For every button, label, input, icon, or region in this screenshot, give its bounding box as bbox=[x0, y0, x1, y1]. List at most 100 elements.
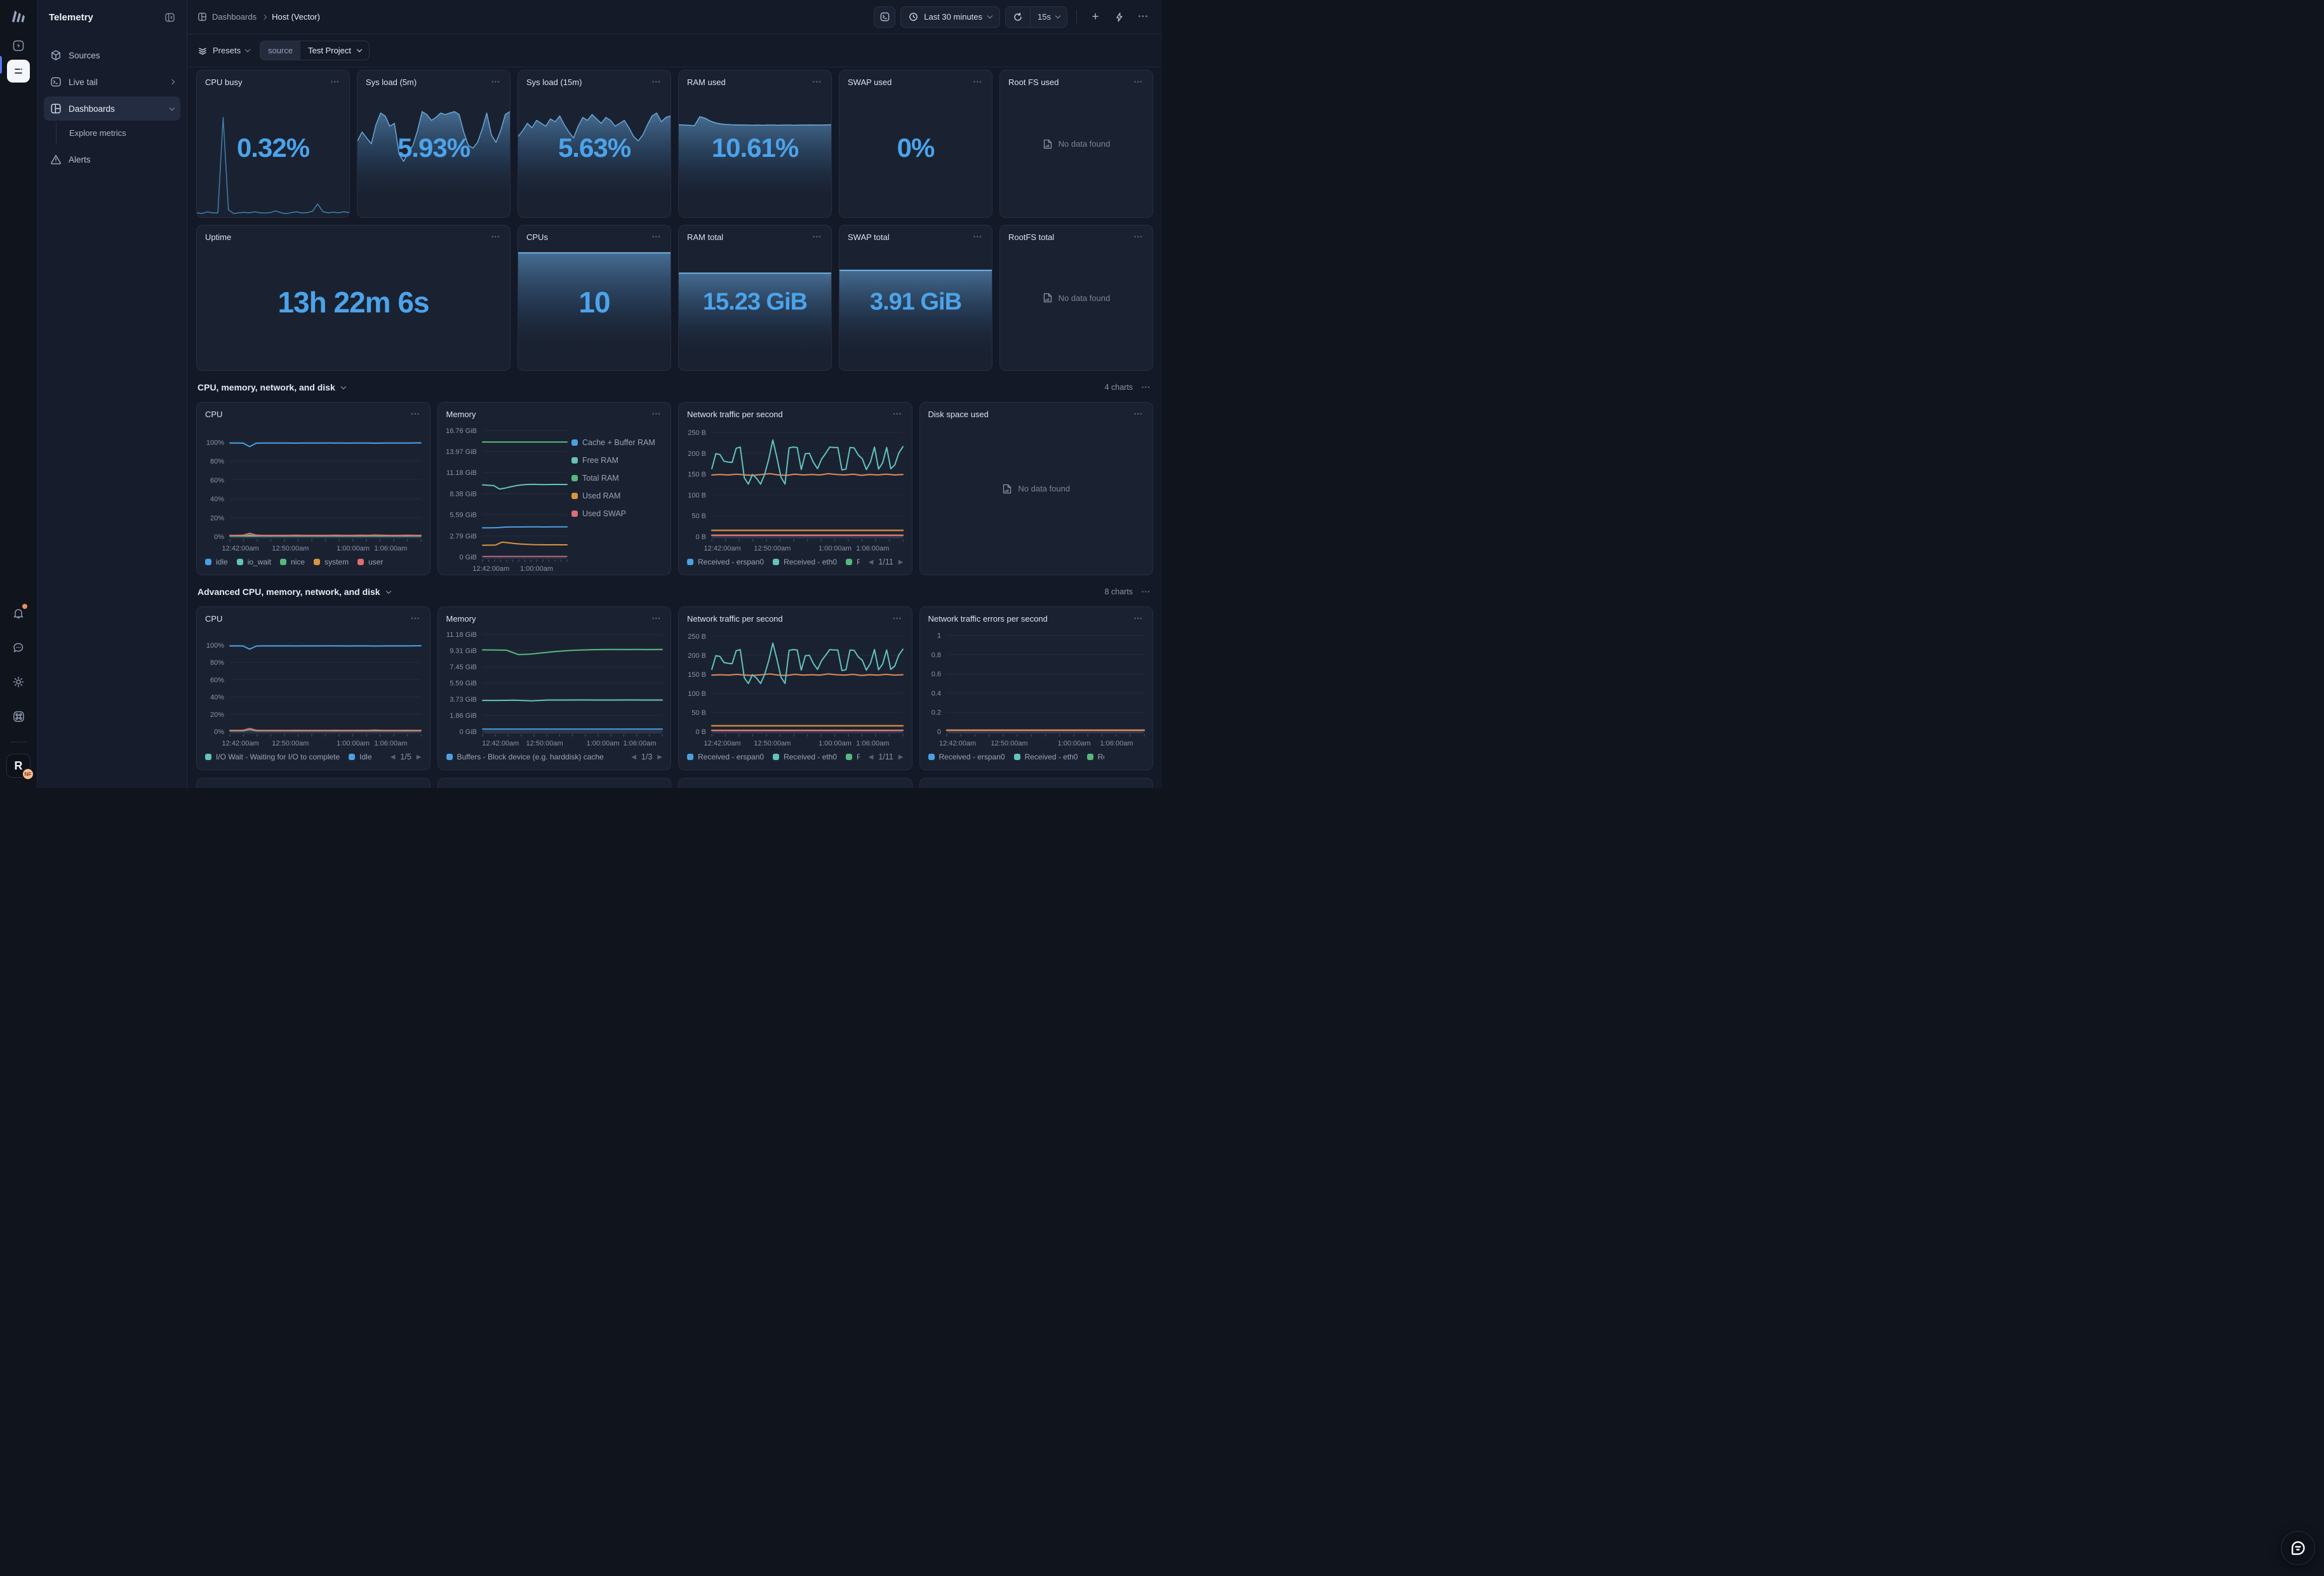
svg-text:5.59 GiB: 5.59 GiB bbox=[450, 512, 477, 519]
panel-menu-icon[interactable]: ••• bbox=[892, 410, 904, 418]
panel-menu-icon[interactable]: ••• bbox=[410, 614, 422, 623]
section-menu-icon[interactable]: ••• bbox=[1140, 587, 1152, 596]
sidebar-item-sources[interactable]: Sources bbox=[44, 43, 180, 67]
legend-item[interactable]: Used SWAP bbox=[571, 509, 664, 518]
panel-menu-icon[interactable]: ••• bbox=[651, 232, 662, 241]
sidebar-item-live-tail[interactable]: Live tail bbox=[44, 70, 180, 94]
svg-text:50 B: 50 B bbox=[691, 512, 706, 520]
legend-item[interactable]: Idle bbox=[349, 752, 371, 761]
support-chat-fab[interactable] bbox=[2281, 1531, 2315, 1565]
panel-swap-used: SWAP used ••• 0% bbox=[839, 70, 992, 218]
time-range-picker[interactable]: Last 30 minutes bbox=[900, 6, 1000, 28]
legend-pager[interactable]: ◀1/11▶ bbox=[869, 752, 904, 761]
legend-item[interactable]: I/O Wait - Waiting for I/O to complete bbox=[205, 752, 340, 761]
svg-text:1:00:00am: 1:00:00am bbox=[520, 565, 553, 573]
network-errors-line-chart[interactable]: 00.20.40.60.8112:42:00am12:50:00am1:00:0… bbox=[924, 624, 1149, 749]
legend-item[interactable]: Received - lo bbox=[846, 558, 860, 566]
feedback-chat-icon[interactable] bbox=[7, 636, 30, 659]
sidebar-item-dashboards[interactable]: Dashboards bbox=[44, 97, 180, 121]
keyboard-shortcuts-icon[interactable] bbox=[7, 705, 30, 728]
svg-text:80%: 80% bbox=[210, 659, 224, 667]
panel-menu-icon[interactable]: ••• bbox=[651, 614, 662, 623]
legend-item[interactable]: Free RAM bbox=[571, 456, 664, 465]
panel-menu-icon[interactable]: ••• bbox=[1133, 232, 1144, 241]
pager-next-icon: ▶ bbox=[898, 559, 904, 566]
chart-panel-network-traffic: Network traffic per second ••• 0 B50 B10… bbox=[678, 402, 912, 575]
svg-text:20%: 20% bbox=[210, 711, 224, 719]
panel-menu-icon[interactable]: ••• bbox=[651, 77, 662, 86]
legend-item[interactable]: Received - eth0 bbox=[773, 558, 837, 566]
legend-item[interactable]: Received - erspan0 bbox=[687, 752, 764, 761]
legend-item[interactable]: Received - eth0 bbox=[1014, 752, 1078, 761]
more-options-icon[interactable]: ••• bbox=[1134, 7, 1153, 27]
source-filter[interactable]: source Test Project bbox=[260, 41, 370, 60]
notifications-bell-icon[interactable] bbox=[7, 602, 30, 625]
panel-menu-icon[interactable]: ••• bbox=[490, 77, 502, 86]
refresh-button[interactable] bbox=[1006, 7, 1030, 27]
svg-text:0.6: 0.6 bbox=[931, 671, 940, 678]
svg-text:1.86 GiB: 1.86 GiB bbox=[450, 712, 477, 720]
svg-text:1:06:00am: 1:06:00am bbox=[1100, 740, 1133, 747]
network-advanced-line-chart[interactable]: 0 B50 B100 B150 B200 B250 B12:42:00am12:… bbox=[683, 624, 908, 749]
breadcrumb-dashboards-link[interactable]: Dashboards bbox=[197, 12, 257, 22]
legend-item[interactable]: Used RAM bbox=[571, 491, 664, 500]
memory-line-chart[interactable]: 0 GiB2.79 GiB5.59 GiB8.38 GiB11.18 GiB13… bbox=[442, 419, 572, 575]
legend-item[interactable]: Received - lo bbox=[846, 752, 860, 761]
panel-menu-icon[interactable]: ••• bbox=[1133, 77, 1144, 86]
panel-menu-icon[interactable]: ••• bbox=[811, 232, 823, 241]
stat-value: 13h 22m 6s bbox=[197, 285, 510, 319]
panel-menu-icon[interactable]: ••• bbox=[1133, 410, 1144, 418]
section-menu-icon[interactable]: ••• bbox=[1140, 383, 1152, 392]
legend-item[interactable]: idle bbox=[205, 558, 228, 566]
legend-pager[interactable]: ◀1/3▶ bbox=[631, 752, 662, 761]
quick-actions-bolt-icon[interactable] bbox=[1110, 7, 1129, 27]
theme-sun-icon[interactable] bbox=[7, 671, 30, 693]
quick-connect-icon[interactable] bbox=[7, 34, 30, 57]
panel-menu-icon[interactable]: ••• bbox=[972, 77, 984, 86]
svg-text:1:06:00am: 1:06:00am bbox=[374, 740, 407, 747]
legend-item[interactable]: nice bbox=[280, 558, 305, 566]
dashboards-icon bbox=[50, 103, 62, 114]
telemetry-section-icon[interactable] bbox=[7, 60, 30, 83]
panel-menu-icon[interactable]: ••• bbox=[490, 232, 502, 241]
section-chart-count: 8 charts bbox=[1105, 587, 1133, 596]
panel-terminal-button[interactable] bbox=[874, 6, 895, 28]
collapse-sidebar-icon[interactable] bbox=[162, 10, 178, 25]
legend-item[interactable]: Received - erspan0 bbox=[687, 558, 764, 566]
panel-menu-icon[interactable]: ••• bbox=[972, 232, 984, 241]
chart-panel-cpu: CPU ••• 0%20%40%60%80%100%12:42:00am12:5… bbox=[196, 402, 431, 575]
chart-panel-network-errors: Network traffic errors per second ••• 00… bbox=[919, 606, 1154, 770]
svg-text:12:50:00am: 12:50:00am bbox=[754, 545, 791, 552]
sidebar-item-explore-metrics[interactable]: Explore metrics bbox=[69, 122, 180, 144]
cpu-line-chart[interactable]: 0%20%40%60%80%100%12:42:00am12:50:00am1:… bbox=[201, 419, 426, 554]
legend-item[interactable]: io_wait bbox=[237, 558, 271, 566]
legend-pager[interactable]: ◀1/5▶ bbox=[391, 752, 422, 761]
refresh-control: 15s bbox=[1005, 6, 1067, 28]
legend-item[interactable]: Received - erspan0 bbox=[928, 752, 1005, 761]
memory-advanced-line-chart[interactable]: 0 GiB1.86 GiB3.73 GiB5.59 GiB7.45 GiB9.3… bbox=[442, 624, 667, 749]
section-toggle[interactable]: CPU, memory, network, and disk bbox=[197, 382, 345, 392]
refresh-interval-select[interactable]: 15s bbox=[1030, 7, 1067, 27]
cpu-advanced-line-chart[interactable]: 0%20%40%60%80%100%12:42:00am12:50:00am1:… bbox=[201, 624, 426, 749]
network-line-chart[interactable]: 0 B50 B100 B150 B200 B250 B12:42:00am12:… bbox=[683, 419, 908, 554]
panel-menu-icon[interactable]: ••• bbox=[811, 77, 823, 86]
panel-menu-icon[interactable]: ••• bbox=[330, 77, 341, 86]
legend-item[interactable]: system bbox=[314, 558, 349, 566]
legend-item[interactable]: Received - lo bbox=[1087, 752, 1104, 761]
section-toggle[interactable]: Advanced CPU, memory, network, and disk bbox=[197, 587, 391, 597]
panel-menu-icon[interactable]: ••• bbox=[892, 614, 904, 623]
panel-menu-icon[interactable]: ••• bbox=[410, 410, 422, 418]
user-avatar[interactable]: R NF bbox=[6, 754, 30, 778]
panel-menu-icon[interactable]: ••• bbox=[1133, 614, 1144, 623]
svg-text:12:42:00am: 12:42:00am bbox=[472, 565, 509, 573]
legend-item[interactable]: Received - eth0 bbox=[773, 752, 837, 761]
legend-item[interactable]: Cache + Buffer RAM bbox=[571, 438, 664, 447]
legend-item[interactable]: Buffers - Block device (e.g. harddisk) c… bbox=[446, 752, 604, 761]
legend-pager[interactable]: ◀1/11▶ bbox=[869, 558, 904, 566]
add-panel-button[interactable]: + bbox=[1086, 7, 1105, 27]
sidebar-item-alerts[interactable]: Alerts bbox=[44, 147, 180, 171]
presets-dropdown[interactable]: Presets bbox=[197, 46, 250, 56]
legend-item[interactable]: Total RAM bbox=[571, 474, 664, 483]
legend-item[interactable]: user bbox=[357, 558, 383, 566]
panel-menu-icon[interactable]: ••• bbox=[651, 410, 662, 418]
